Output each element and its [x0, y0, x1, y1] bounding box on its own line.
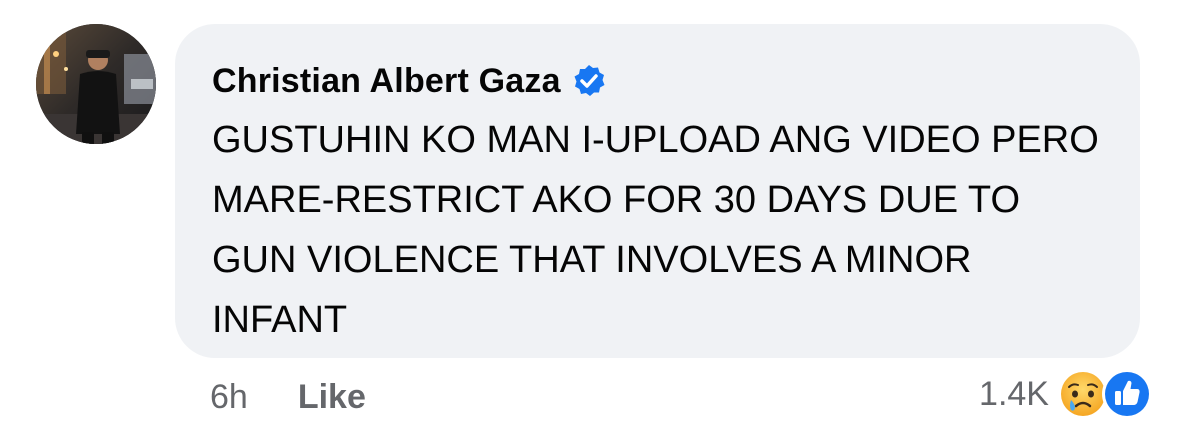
- reaction-summary[interactable]: 1.4K: [979, 368, 1155, 420]
- reaction-count[interactable]: 1.4K: [979, 375, 1049, 414]
- comment-bubble: Christian Albert Gaza GUSTUHIN KO MAN I-…: [175, 24, 1140, 358]
- comment-text: GUSTUHIN KO MAN I-UPLOAD ANG VIDEO PERO …: [212, 119, 1099, 341]
- comment-timestamp[interactable]: 6h: [210, 378, 248, 417]
- avatar[interactable]: [36, 24, 156, 144]
- avatar-photo: [36, 24, 156, 144]
- like-reaction-icon: [1102, 369, 1152, 419]
- comment-header: Christian Albert Gaza: [212, 56, 1104, 106]
- reaction-icons: [1059, 368, 1155, 420]
- verified-badge-icon: [571, 63, 607, 99]
- comment-actions: 6h Like: [210, 372, 366, 422]
- comment-container: Christian Albert Gaza GUSTUHIN KO MAN I-…: [0, 0, 1179, 445]
- like-button[interactable]: Like: [298, 378, 366, 417]
- sad-reaction-icon: [1061, 372, 1105, 416]
- author-name[interactable]: Christian Albert Gaza: [212, 62, 561, 101]
